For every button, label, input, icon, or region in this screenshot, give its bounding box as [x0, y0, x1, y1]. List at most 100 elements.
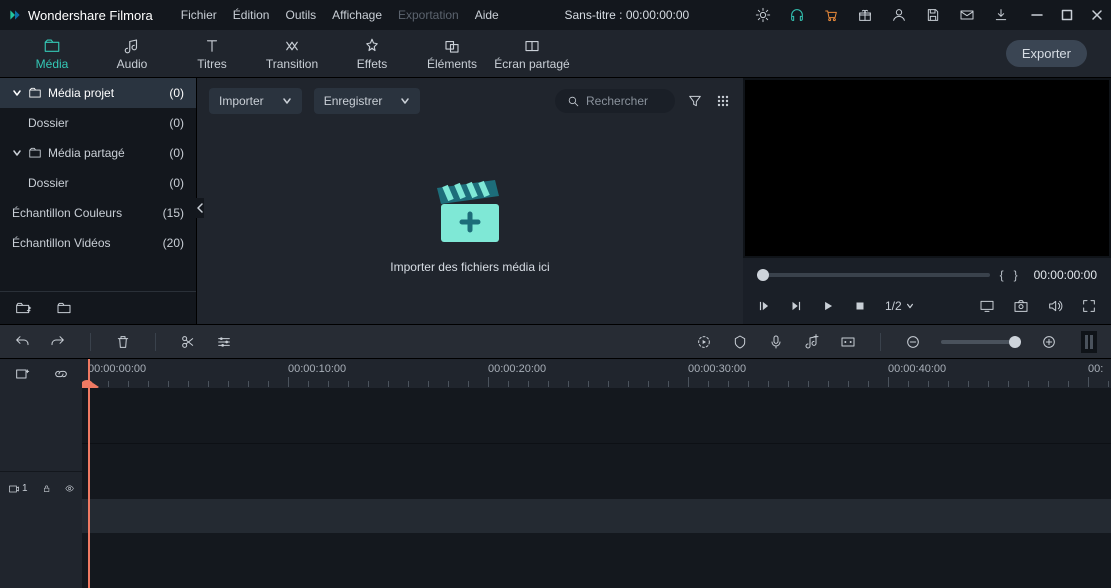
- step-forward-icon[interactable]: [789, 299, 803, 313]
- chevron-down-icon: [12, 148, 22, 158]
- tab-elements[interactable]: Éléments: [412, 37, 492, 71]
- chevron-down-icon: [12, 88, 22, 98]
- marker-icon[interactable]: [732, 334, 748, 350]
- tree-sample-colors[interactable]: Échantillon Couleurs (15): [0, 198, 196, 228]
- mark-in-icon[interactable]: {: [1000, 268, 1004, 282]
- meter-icon[interactable]: [1081, 331, 1097, 353]
- folder-icon[interactable]: [56, 300, 72, 316]
- mail-icon[interactable]: [959, 7, 975, 23]
- preview-scrubber[interactable]: [757, 273, 990, 277]
- menu-tools[interactable]: Outils: [285, 8, 316, 22]
- grid-view-icon[interactable]: [715, 93, 731, 109]
- preview-quality-dropdown[interactable]: 1/2: [885, 299, 914, 313]
- menu-view[interactable]: Affichage: [332, 8, 382, 22]
- tab-split-screen[interactable]: Écran partagé: [492, 37, 572, 71]
- chevron-left-icon: [197, 203, 203, 213]
- tree-shared-media[interactable]: Média partagé (0): [0, 138, 196, 168]
- zoom-thumb[interactable]: [1009, 336, 1021, 348]
- snapshot-icon[interactable]: [1013, 298, 1029, 314]
- track-lane[interactable]: [82, 443, 1111, 499]
- tree-label: Échantillon Vidéos: [12, 236, 111, 250]
- voiceover-icon[interactable]: [768, 334, 784, 350]
- light-icon[interactable]: [755, 7, 771, 23]
- media-drop-zone[interactable]: Importer des fichiers média ici: [197, 124, 743, 324]
- tab-transition[interactable]: Transition: [252, 37, 332, 71]
- delete-icon[interactable]: [115, 334, 131, 350]
- redo-icon[interactable]: [50, 334, 66, 350]
- gift-icon[interactable]: [857, 7, 873, 23]
- playhead-line[interactable]: [88, 388, 90, 588]
- track-lane[interactable]: [82, 388, 1111, 443]
- keyframe-icon[interactable]: [840, 334, 856, 350]
- cart-icon[interactable]: [823, 7, 839, 23]
- zoom-out-icon[interactable]: [905, 334, 921, 350]
- zoom-slider[interactable]: [941, 340, 1021, 344]
- track-header-row: 1: [0, 471, 82, 505]
- save-icon[interactable]: [925, 7, 941, 23]
- render-icon[interactable]: [696, 334, 712, 350]
- preview-viewport[interactable]: [745, 80, 1109, 256]
- download-icon[interactable]: [993, 7, 1009, 23]
- tab-media[interactable]: Média: [12, 37, 92, 71]
- record-dropdown[interactable]: Enregistrer: [314, 88, 421, 114]
- lock-icon[interactable]: [42, 482, 51, 495]
- tree-count: (0): [169, 116, 184, 130]
- eye-icon[interactable]: [65, 482, 74, 495]
- mark-out-icon[interactable]: }: [1014, 268, 1018, 282]
- tree-sample-videos[interactable]: Échantillon Vidéos (20): [0, 228, 196, 258]
- tree-label: Média projet: [48, 86, 114, 100]
- tab-titles[interactable]: Titres: [172, 37, 252, 71]
- collapse-sidebar-button[interactable]: [196, 198, 204, 218]
- adjust-icon[interactable]: [216, 334, 232, 350]
- link-icon[interactable]: [53, 366, 69, 382]
- playhead[interactable]: [88, 359, 90, 388]
- ruler-label: 00:00:10:00: [288, 363, 346, 375]
- add-track-icon[interactable]: [14, 366, 30, 382]
- split-icon[interactable]: [180, 334, 196, 350]
- tree-shared-folder[interactable]: Dossier (0): [0, 168, 196, 198]
- filter-icon[interactable]: [687, 93, 703, 109]
- scrubber-thumb[interactable]: [757, 269, 769, 281]
- timeline-ruler[interactable]: 00:00:00:00 00:00:10:00 00:00:20:00 00:0…: [82, 359, 1111, 388]
- user-icon[interactable]: [891, 7, 907, 23]
- tab-audio-label: Audio: [117, 57, 148, 71]
- play-icon[interactable]: [821, 299, 835, 313]
- tree-project-media[interactable]: Média projet (0): [0, 78, 196, 108]
- stop-icon[interactable]: [853, 299, 867, 313]
- minimize-icon[interactable]: [1031, 9, 1043, 21]
- menu-export: Exportation: [398, 8, 459, 22]
- tree-count: (0): [169, 146, 184, 160]
- tree-project-folder[interactable]: Dossier (0): [0, 108, 196, 138]
- menu-help[interactable]: Aide: [475, 8, 499, 22]
- project-title: Sans-titre : 00:00:00:00: [503, 8, 751, 22]
- volume-icon[interactable]: [1047, 298, 1063, 314]
- search-input[interactable]: Rechercher: [555, 89, 675, 113]
- media-toolbar: Importer Enregistrer Rechercher: [197, 78, 743, 124]
- playhead-knob-icon[interactable]: [82, 377, 99, 388]
- new-folder-icon[interactable]: [16, 300, 32, 316]
- menu-edit[interactable]: Édition: [233, 8, 270, 22]
- import-dropdown[interactable]: Importer: [209, 88, 302, 114]
- headphones-icon[interactable]: [789, 7, 805, 23]
- fullscreen-icon[interactable]: [1081, 298, 1097, 314]
- import-label: Importer: [219, 94, 264, 108]
- zoom-in-icon[interactable]: [1041, 334, 1057, 350]
- search-placeholder: Rechercher: [586, 94, 648, 108]
- tab-transition-label: Transition: [266, 57, 318, 71]
- folder-icon: [28, 146, 42, 160]
- tab-effects[interactable]: Effets: [332, 37, 412, 71]
- workspace-tabs: Média Audio Titres Transition Effets Élé…: [0, 30, 1111, 78]
- audio-mixer-icon[interactable]: [804, 334, 820, 350]
- menu-file[interactable]: Fichier: [181, 8, 217, 22]
- undo-icon[interactable]: [14, 334, 30, 350]
- export-button[interactable]: Exporter: [1006, 40, 1087, 67]
- prev-frame-icon[interactable]: [757, 299, 771, 313]
- tracks-canvas[interactable]: [82, 388, 1111, 588]
- maximize-icon[interactable]: [1061, 9, 1073, 21]
- display-icon[interactable]: [979, 298, 995, 314]
- track-lane[interactable]: [82, 533, 1111, 588]
- close-icon[interactable]: [1091, 9, 1103, 21]
- title-bar: Wondershare Filmora Fichier Édition Outi…: [0, 0, 1111, 30]
- track-lane[interactable]: [82, 499, 1111, 533]
- tab-audio[interactable]: Audio: [92, 37, 172, 71]
